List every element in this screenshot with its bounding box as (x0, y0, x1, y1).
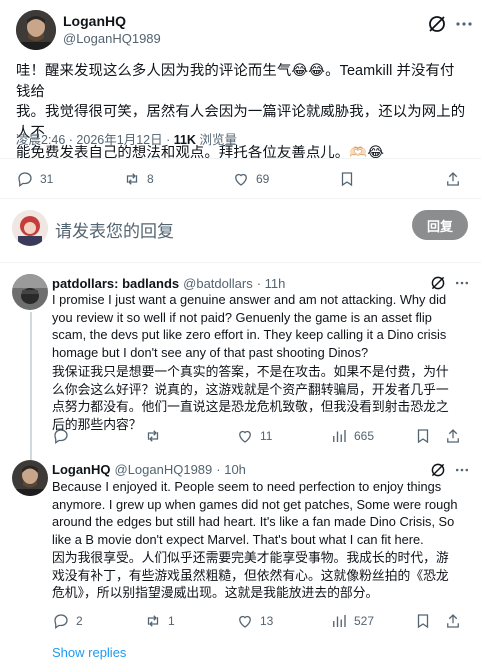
views-action[interactable]: 527 (330, 609, 374, 633)
views-count: 11K (173, 133, 196, 147)
reply-icon (18, 172, 32, 188)
reply-author-name[interactable]: patdollars: badlands (52, 276, 179, 291)
share-icon (447, 429, 459, 443)
reply-actions-bar: 2 1 13 527 (0, 609, 481, 633)
analytics-icon (333, 430, 346, 442)
reply-text-en: Because I enjoyed it. People seem to nee… (52, 479, 458, 547)
like-count: 11 (260, 429, 273, 443)
reply-timestamp[interactable]: · 10h (216, 462, 246, 477)
main-tweet: LoganHQ @LoganHQ1989 哇！醒来发现这么多人因为我的评论而生气… (0, 0, 481, 195)
bookmark-icon (417, 614, 429, 629)
reply-author-name[interactable]: LoganHQ (52, 462, 111, 477)
bookmark-icon (417, 429, 429, 444)
like-count: 13 (260, 614, 274, 628)
author-avatar[interactable] (16, 10, 56, 50)
bookmark-action[interactable] (338, 167, 356, 191)
grok-icon[interactable] (428, 273, 448, 293)
bookmark-icon (341, 172, 353, 187)
share-icon (447, 614, 459, 628)
repost-icon (126, 173, 138, 185)
reply-text-translated: 我保证我只是想要一个真实的答案，不是在攻击。如果不是付费，为什么你会这么好评？说… (52, 364, 449, 432)
reply-count: 2 (76, 614, 83, 628)
divider (0, 262, 481, 263)
more-options-icon[interactable] (452, 460, 472, 480)
reply-actions-bar: 11 665 (0, 424, 481, 448)
repost-action[interactable]: 8 (123, 167, 154, 191)
share-action[interactable] (444, 167, 462, 191)
reply-timestamp[interactable]: · 11h (257, 276, 286, 291)
more-options-icon[interactable] (452, 273, 472, 293)
repost-count: 1 (168, 614, 175, 628)
like-count: 69 (256, 172, 270, 186)
bookmark-action[interactable] (414, 609, 432, 633)
reply-header: patdollars: badlands @batdollars · 11h (52, 276, 285, 291)
current-user-avatar[interactable] (12, 210, 48, 246)
reply-icon (54, 429, 68, 445)
repost-icon (147, 430, 159, 442)
reply-action[interactable]: 2 (52, 609, 83, 633)
share-action[interactable] (444, 609, 462, 633)
reply-icon (54, 614, 68, 630)
reply-author-handle[interactable]: @LoganHQ1989 (115, 462, 213, 477)
like-action[interactable]: 69 (232, 167, 269, 191)
repost-action[interactable]: 1 (144, 609, 175, 633)
tweet-text: 哇！醒来发现这么多人因为我的评论而生气😂😂。Teamkill 并没有付钱给 我。… (16, 61, 468, 164)
heart-icon (235, 173, 247, 186)
heart-icon (239, 615, 251, 628)
views-label: 浏览量 (195, 133, 237, 147)
views-count: 665 (354, 429, 375, 443)
tweet-timestamp[interactable]: 凌晨2:46 · 2026年1月12日 · (16, 133, 174, 147)
author-name[interactable]: LoganHQ (63, 13, 126, 29)
like-action[interactable]: 13 (236, 609, 273, 633)
author-handle[interactable]: @LoganHQ1989 (63, 31, 161, 46)
bookmark-action[interactable] (414, 424, 432, 448)
reply-button[interactable]: 回复 (412, 210, 468, 240)
tweet-meta: 凌晨2:46 · 2026年1月12日 · 11K 浏览量 (16, 129, 237, 148)
reply-author-handle[interactable]: @batdollars (183, 276, 253, 291)
divider (0, 158, 481, 159)
analytics-icon (333, 615, 346, 627)
reply-author-avatar[interactable] (12, 274, 48, 310)
more-options-icon[interactable] (452, 12, 476, 36)
share-icon (447, 172, 459, 186)
views-count: 527 (354, 614, 375, 628)
reply-text-translated: 因为我很享受。人们似乎还需要完美才能享受事物。我成长的时代，游戏没有补丁，有些游… (52, 550, 449, 601)
repost-action[interactable] (144, 424, 168, 448)
reply-text-en: I promise I just want a genuine answer a… (52, 292, 447, 360)
like-action[interactable]: 11 (236, 424, 272, 448)
reply-author-avatar[interactable] (12, 460, 48, 496)
reply-action[interactable] (52, 424, 76, 448)
heart-icon (239, 430, 251, 443)
show-replies-link[interactable]: Show replies (52, 645, 126, 660)
repost-icon (147, 615, 159, 627)
views-action[interactable]: 665 (330, 424, 374, 448)
reply-header: LoganHQ @LoganHQ1989 · 10h (52, 462, 246, 477)
reply-count: 31 (40, 172, 54, 186)
main-actions-bar: 31 8 69 (0, 167, 481, 191)
reply-action[interactable]: 31 (16, 167, 53, 191)
grok-icon[interactable] (428, 460, 448, 480)
share-action[interactable] (444, 424, 462, 448)
repost-count: 8 (147, 172, 154, 186)
reply-input[interactable]: 请发表您的回复 (55, 217, 174, 242)
grok-icon[interactable] (425, 12, 449, 36)
tweet-text-line: 哇！醒来发现这么多人因为我的评论而生气😂😂。Teamkill 并没有付钱给 (16, 63, 455, 100)
